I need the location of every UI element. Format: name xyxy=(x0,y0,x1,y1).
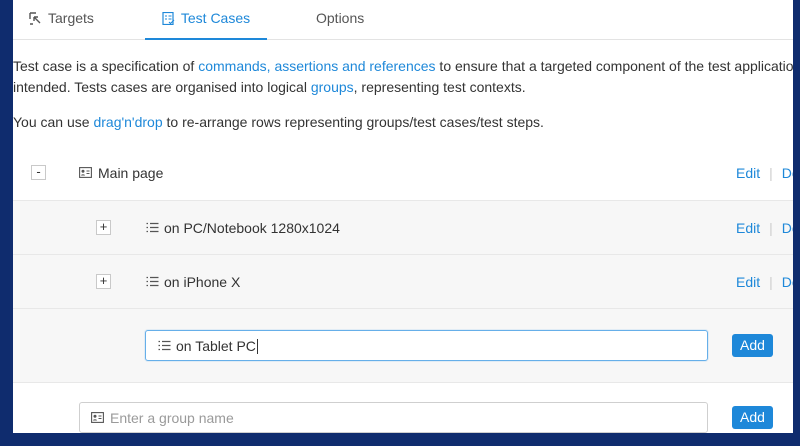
tab-test-cases[interactable]: Test Cases xyxy=(145,0,267,40)
edit-button[interactable]: Edit xyxy=(736,220,760,236)
id-card-icon xyxy=(79,167,92,178)
commands-assertions-link[interactable]: commands, assertions and references xyxy=(198,58,435,74)
test-case-actions: Edit | De xyxy=(736,219,800,237)
list-icon xyxy=(146,222,159,233)
intro-paragraph-3: You can use drag'n'drop to re-arrange ro… xyxy=(13,112,544,133)
test-case-row[interactable]: + on iPhone X Edit | De xyxy=(13,254,800,309)
expand-toggle[interactable]: + xyxy=(96,220,111,235)
collapse-toggle[interactable]: - xyxy=(31,165,46,180)
test-case-name-input[interactable]: on Tablet PC xyxy=(145,330,708,361)
intro-text: intended. Tests cases are organised into… xyxy=(13,79,311,95)
test-case-label: on PC/Notebook 1280x1024 xyxy=(164,220,340,236)
tab-options-label: Options xyxy=(316,10,365,26)
id-card-icon xyxy=(91,412,104,423)
test-case-actions: Edit | De xyxy=(736,273,800,291)
tab-options[interactable]: Options xyxy=(316,0,364,39)
divider: | xyxy=(769,220,773,236)
group-name-placeholder: Enter a group name xyxy=(110,410,234,426)
group-name-input[interactable]: Enter a group name xyxy=(79,402,708,433)
add-group-button[interactable]: Add xyxy=(732,406,773,429)
expand-toggle[interactable]: + xyxy=(96,274,111,289)
test-case-label: on iPhone X xyxy=(164,274,241,290)
tab-targets-label: Targets xyxy=(48,10,94,26)
tab-bar: Targets Test Cases Options xyxy=(13,0,800,40)
drag-n-drop-link[interactable]: drag'n'drop xyxy=(93,114,162,130)
edit-button[interactable]: Edit xyxy=(736,274,760,290)
tab-targets[interactable]: Targets xyxy=(29,0,94,39)
new-group-row: Enter a group name Add xyxy=(13,382,800,433)
new-test-case-row: on Tablet PC Add xyxy=(13,308,800,383)
intro-paragraph-1: Test case is a specification of commands… xyxy=(13,56,794,77)
test-case-input-value: on Tablet PC xyxy=(176,338,256,354)
add-test-case-button[interactable]: Add xyxy=(732,334,773,357)
intro-text: , representing test contexts. xyxy=(353,79,526,95)
intro-text: to re-arrange rows representing groups/t… xyxy=(162,114,544,130)
list-icon xyxy=(146,276,159,287)
test-cases-panel: Targets Test Cases Options Test case is … xyxy=(13,0,800,433)
intro-text: Test case is a specification of xyxy=(13,58,199,74)
crosshair-icon xyxy=(29,12,41,25)
tab-test-cases-label: Test Cases xyxy=(180,10,251,26)
test-case-row[interactable]: + on PC/Notebook 1280x1024 Edit | De xyxy=(13,200,800,255)
edit-button[interactable]: Edit xyxy=(736,165,760,181)
groups-link[interactable]: groups xyxy=(311,79,354,95)
group-label: Main page xyxy=(98,165,164,181)
intro-paragraph-2: intended. Tests cases are organised into… xyxy=(13,77,526,98)
intro-text: to ensure that a targeted component of t… xyxy=(435,58,794,74)
group-actions: Edit | De xyxy=(736,164,800,182)
group-row-main-page[interactable]: - Main page Edit | De xyxy=(13,146,800,200)
checklist-doc-icon xyxy=(162,12,175,25)
window-edge xyxy=(793,0,800,446)
list-icon xyxy=(158,340,171,351)
divider: | xyxy=(769,165,773,181)
divider: | xyxy=(769,274,773,290)
intro-text: You can use xyxy=(13,114,94,130)
